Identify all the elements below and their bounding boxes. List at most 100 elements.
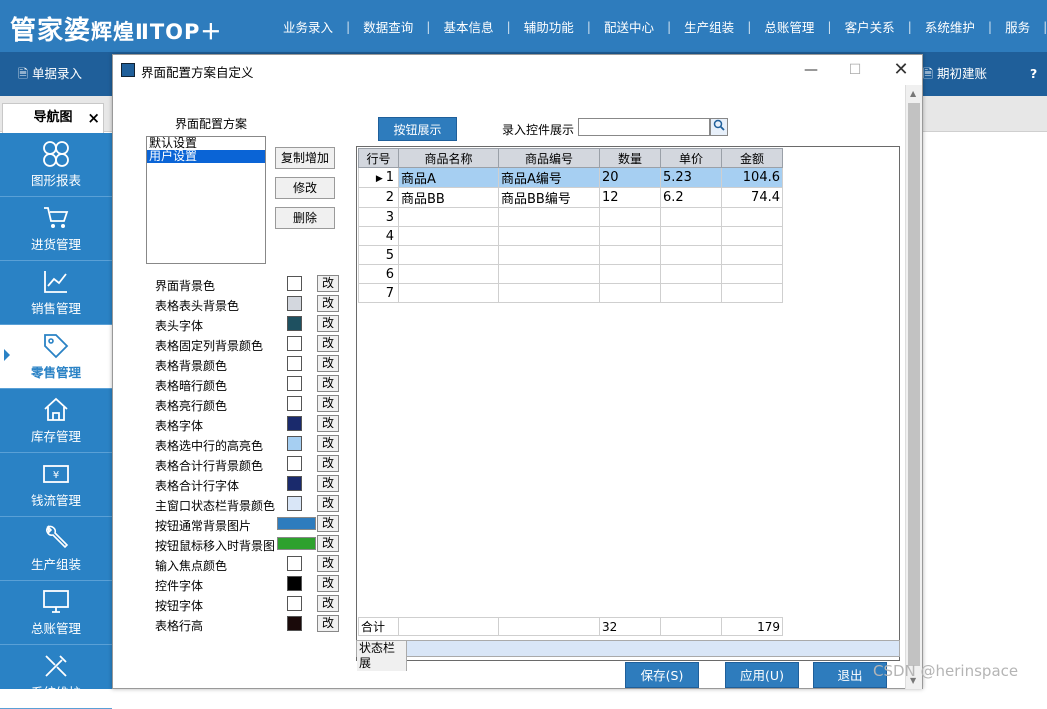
table-cell[interactable]: 104.6	[721, 167, 783, 188]
table-cell[interactable]: 商品A编号	[498, 167, 600, 188]
color-swatch[interactable]	[287, 496, 302, 511]
table-cell[interactable]	[498, 283, 600, 303]
change-button[interactable]: 改	[317, 435, 339, 452]
change-button[interactable]: 改	[317, 335, 339, 352]
sidebar-item-5[interactable]: ¥ 钱流管理	[0, 453, 112, 517]
change-button[interactable]: 改	[317, 415, 339, 432]
sidebar-item-0[interactable]: 图形报表	[0, 133, 112, 197]
table-cell[interactable]: 商品BB编号	[498, 187, 600, 208]
table-cell[interactable]	[398, 245, 499, 265]
color-swatch[interactable]	[287, 276, 302, 291]
table-cell[interactable]: 2	[358, 187, 399, 208]
color-swatch[interactable]	[287, 436, 302, 451]
scheme-option[interactable]: 用户设置	[147, 150, 265, 163]
menu-item-6[interactable]: 总账管理	[751, 17, 827, 36]
table-cell[interactable]	[721, 264, 783, 284]
show-buttons-button[interactable]: 按钮展示	[378, 117, 457, 141]
color-swatch[interactable]	[277, 517, 316, 530]
table-cell[interactable]: ▶ 1	[358, 167, 399, 188]
table-cell[interactable]	[721, 283, 783, 303]
menu-item-7[interactable]: 客户关系	[832, 17, 908, 36]
scroll-thumb[interactable]	[908, 103, 920, 666]
change-button[interactable]: 改	[317, 555, 339, 572]
table-cell[interactable]	[398, 226, 499, 246]
color-swatch[interactable]	[287, 336, 302, 351]
sidebar-item-6[interactable]: 生产组装	[0, 517, 112, 581]
dialog-scrollbar[interactable]: ▲ ▼	[905, 85, 922, 689]
table-row[interactable]: 6	[358, 264, 783, 284]
menu-item-3[interactable]: 辅助功能	[511, 17, 587, 36]
color-swatch[interactable]	[287, 616, 302, 631]
table-cell[interactable]	[660, 264, 722, 284]
change-button[interactable]: 改	[317, 615, 339, 632]
table-cell[interactable]	[498, 245, 600, 265]
table-cell[interactable]: 商品BB	[398, 187, 499, 208]
table-row[interactable]: ▶ 1 商品A 商品A编号 20 5.23 104.6	[358, 167, 783, 188]
table-cell[interactable]	[599, 264, 661, 284]
change-button[interactable]: 改	[317, 595, 339, 612]
table-cell[interactable]	[398, 283, 499, 303]
table-cell[interactable]	[599, 207, 661, 227]
change-button[interactable]: 改	[317, 455, 339, 472]
apply-button[interactable]: 应用(U)	[725, 662, 799, 688]
column-header[interactable]: 金额	[721, 148, 783, 168]
table-row[interactable]: 2 商品BB 商品BB编号 12 6.2 74.4	[358, 187, 783, 208]
color-swatch[interactable]	[287, 556, 302, 571]
color-swatch[interactable]	[287, 396, 302, 411]
table-cell[interactable]: 74.4	[721, 187, 783, 208]
table-row[interactable]: 7	[358, 283, 783, 303]
table-cell[interactable]	[599, 245, 661, 265]
color-swatch[interactable]	[287, 596, 302, 611]
table-cell[interactable]: 12	[599, 187, 661, 208]
color-swatch[interactable]	[287, 476, 302, 491]
change-button[interactable]: 改	[317, 575, 339, 592]
menu-item-8[interactable]: 系统维护	[912, 17, 988, 36]
table-row[interactable]: 4	[358, 226, 783, 246]
column-header[interactable]: 数量	[599, 148, 661, 168]
entry-button[interactable]: 🗎 单据录入	[18, 52, 82, 96]
table-cell[interactable]: 20	[599, 167, 661, 188]
table-cell[interactable]: 商品A	[398, 167, 499, 188]
table-cell[interactable]: 6	[358, 264, 399, 284]
table-cell[interactable]: 4	[358, 226, 399, 246]
change-button[interactable]: 改	[317, 395, 339, 412]
table-cell[interactable]	[660, 283, 722, 303]
change-button[interactable]: 改	[317, 295, 339, 312]
copy-add-button[interactable]: 复制增加	[275, 147, 335, 169]
menu-item-1[interactable]: 数据查询	[350, 17, 426, 36]
color-swatch[interactable]	[287, 416, 302, 431]
change-button[interactable]: 改	[317, 375, 339, 392]
table-cell[interactable]	[721, 207, 783, 227]
menu-item-5[interactable]: 生产组装	[671, 17, 747, 36]
table-cell[interactable]	[721, 226, 783, 246]
table-cell[interactable]	[398, 264, 499, 284]
nav-tab[interactable]: 导航图 ×	[2, 103, 104, 133]
table-cell[interactable]: 3	[358, 207, 399, 227]
scheme-option[interactable]: 默认设置	[147, 137, 265, 150]
table-cell[interactable]	[498, 226, 600, 246]
color-swatch[interactable]	[287, 376, 302, 391]
table-cell[interactable]	[660, 226, 722, 246]
color-swatch[interactable]	[287, 296, 302, 311]
table-cell[interactable]	[660, 245, 722, 265]
sidebar-item-3[interactable]: 零售管理	[0, 325, 112, 389]
color-swatch[interactable]	[287, 356, 302, 371]
menu-item-0[interactable]: 业务录入	[270, 17, 346, 36]
sidebar-item-2[interactable]: 销售管理	[0, 261, 112, 325]
change-button[interactable]: 改	[317, 355, 339, 372]
sidebar-item-7[interactable]: 总账管理	[0, 581, 112, 645]
delete-button[interactable]: 删除	[275, 207, 335, 229]
column-header[interactable]: 行号	[358, 148, 399, 168]
column-header[interactable]: 商品编号	[498, 148, 600, 168]
menu-item-2[interactable]: 基本信息	[430, 17, 506, 36]
table-cell[interactable]	[498, 264, 600, 284]
change-button[interactable]: 改	[317, 315, 339, 332]
input-control-field[interactable]	[578, 118, 710, 136]
scroll-up-icon[interactable]: ▲	[910, 89, 916, 98]
menu-item-9[interactable]: 服务	[992, 17, 1043, 36]
change-button[interactable]: 改	[317, 515, 339, 532]
menu-item-4[interactable]: 配送中心	[591, 17, 667, 36]
help-icon[interactable]: ?	[1030, 52, 1037, 96]
table-cell[interactable]: 6.2	[660, 187, 722, 208]
table-cell[interactable]	[599, 226, 661, 246]
